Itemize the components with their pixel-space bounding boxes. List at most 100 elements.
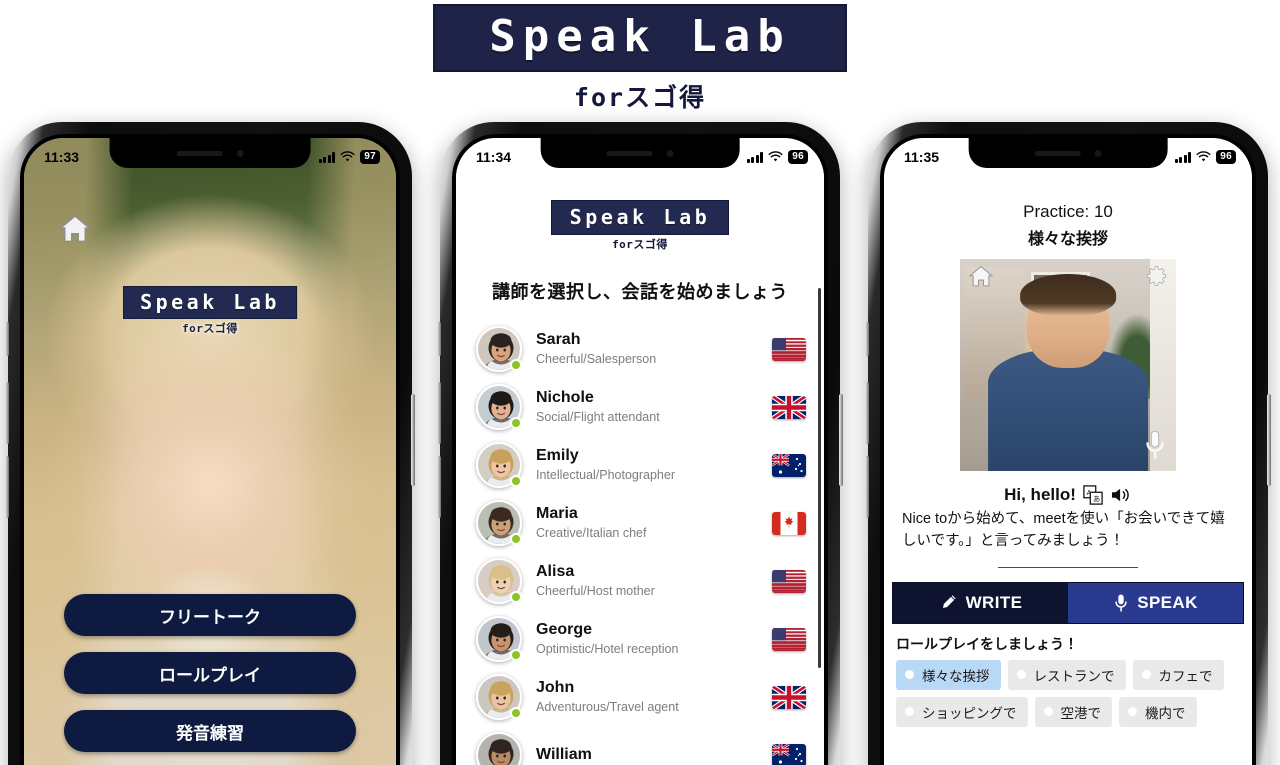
roleplay-chip-list: 様々な挨拶 レストランで カフェで ショッピングで 空港で 機内で (896, 659, 1242, 727)
avatar (476, 616, 522, 662)
microphone-icon[interactable] (1142, 429, 1168, 463)
roleplay-chip[interactable]: ショッピングで (896, 696, 1028, 727)
phone3-volume-up-button[interactable] (865, 382, 869, 444)
tutor-name: Emily (536, 447, 579, 465)
menu-label: 発音練習 (176, 723, 244, 743)
home-icon[interactable] (58, 214, 92, 244)
write-label: WRITE (965, 592, 1023, 612)
phone3-bezel: Practice: 10 様々な挨拶 Hi, hello! A あ Nice t… (880, 134, 1256, 765)
tutor-row[interactable]: Nichole Social/Flight attendant (456, 378, 824, 436)
tutor-row[interactable]: Emily Intellectual/Photographer (456, 436, 824, 494)
page-title: 講師を選択し、会話を始めましょう (492, 282, 788, 302)
status-time: 11:35 (904, 149, 940, 165)
phone2-mute-switch[interactable] (437, 322, 441, 356)
phone1-volume-up-button[interactable] (5, 382, 9, 444)
radio-dot-icon (1043, 707, 1053, 716)
tutor-name: John (536, 679, 575, 697)
radio-dot-icon (1141, 670, 1151, 679)
flag-icon-us (772, 627, 806, 651)
tutor-description: Social/Flight attendant (536, 410, 660, 425)
speak-label: SPEAK (1137, 592, 1198, 612)
phone3-screen: Practice: 10 様々な挨拶 Hi, hello! A あ Nice t… (884, 138, 1252, 765)
roleplay-chip[interactable]: 空港で (1034, 696, 1112, 727)
roleplay-chip[interactable]: カフェで (1132, 659, 1224, 690)
flag-icon-uk (772, 395, 806, 419)
menu-label: フリートーク (159, 607, 261, 627)
battery-indicator: 96 (1216, 149, 1236, 165)
speaker-icon[interactable] (1110, 486, 1132, 504)
phone-mockup-tutor-list: Speak Lab forスゴ得 講師を選択し、会話を始めましょう Sarah … (437, 122, 843, 765)
tutor-row[interactable]: Sarah Cheerful/Salesperson (456, 320, 824, 378)
phone1-logo: Speak Lab forスゴ得 (123, 286, 297, 336)
online-status-dot (510, 359, 522, 371)
tutor-list-page: Speak Lab forスゴ得 講師を選択し、会話を始めましょう Sarah … (456, 138, 824, 765)
speak-button[interactable]: SPEAK (1068, 582, 1243, 623)
main-menu: フリートーク ロールプレイ 発音練習 基礎レッスン (24, 594, 396, 765)
tutor-description: Creative/Italian chef (536, 526, 647, 541)
scrollbar[interactable] (818, 288, 821, 668)
phrase-japanese-hint: Nice toから始めて、meetを使い「お会いできて嬉しいです。」と言ってみま… (902, 511, 1225, 549)
roleplay-chip[interactable]: レストランで (1007, 659, 1126, 690)
phone1-bezel: 11:33 97 Speak Lab forスゴ得 フリートーク ロールプレイ … (20, 134, 400, 765)
phone1-power-button[interactable] (411, 394, 415, 486)
phone3-volume-down-button[interactable] (865, 456, 869, 518)
gear-icon[interactable] (1145, 265, 1168, 288)
tutor-row[interactable]: William (456, 726, 824, 765)
wifi-icon (340, 151, 355, 163)
logo-plate: Speak Lab (123, 286, 297, 319)
home-icon[interactable] (968, 265, 994, 288)
roleplay-chip-label: 空港で (1060, 705, 1102, 721)
roleplay-title: ロールプレイをしましょう！ (896, 635, 1078, 652)
phone3-mute-switch[interactable] (865, 322, 869, 356)
tutor-name: William (536, 745, 592, 763)
online-status-dot (510, 533, 522, 545)
practice-page: Practice: 10 様々な挨拶 Hi, hello! A あ Nice t… (884, 138, 1252, 765)
write-button[interactable]: WRITE (893, 582, 1068, 623)
cellular-bars-icon (746, 151, 764, 163)
microphone-icon (1113, 593, 1129, 613)
roleplay-chip[interactable]: 様々な挨拶 (896, 659, 1001, 690)
tutor-name: Alisa (536, 563, 575, 581)
battery-indicator: 97 (360, 149, 380, 165)
phone2-volume-up-button[interactable] (437, 382, 441, 444)
phone1-screen: 11:33 97 Speak Lab forスゴ得 フリートーク ロールプレイ … (24, 138, 396, 765)
menu-button-free-talk[interactable]: フリートーク (64, 594, 356, 636)
tutor-row[interactable]: Alisa Cheerful/Host mother (456, 552, 824, 610)
action-buttons: WRITE SPEAK (892, 581, 1244, 624)
phrase-row: Hi, hello! A あ (884, 485, 1252, 505)
translate-icon[interactable]: A あ (1083, 485, 1103, 505)
menu-button-role-play[interactable]: ロールプレイ (64, 652, 356, 694)
phone1-mute-switch[interactable] (5, 322, 9, 356)
avatar (476, 732, 522, 765)
tutor-meta: Maria Creative/Italian chef (536, 504, 758, 542)
phone2-power-button[interactable] (839, 394, 843, 486)
tutor-meta: Nichole Social/Flight attendant (536, 388, 758, 426)
tutor-description: Cheerful/Salesperson (536, 352, 657, 367)
tutor-row[interactable]: John Adventurous/Travel agent (456, 668, 824, 726)
logo-title: Speak Lab (140, 290, 280, 314)
flag-icon-uk (772, 685, 806, 709)
flag-icon-us (772, 569, 806, 593)
cellular-bars-icon (318, 151, 336, 163)
tutor-video-panel (960, 259, 1176, 471)
menu-label: ロールプレイ (159, 665, 261, 685)
phone2-volume-down-button[interactable] (437, 456, 441, 518)
tutor-name: Sarah (536, 331, 581, 349)
radio-dot-icon (1016, 670, 1026, 679)
phone3-power-button[interactable] (1267, 394, 1271, 486)
roleplay-chip[interactable]: 機内で (1119, 696, 1197, 727)
online-status-dot (510, 475, 522, 487)
avatar (476, 500, 522, 546)
tutor-description: Optimistic/Hotel reception (536, 642, 679, 657)
tutor-row[interactable]: George Optimistic/Hotel reception (456, 610, 824, 668)
menu-button-pronunciation-practice[interactable]: 発音練習 (64, 710, 356, 752)
phone-mockup-home: 11:33 97 Speak Lab forスゴ得 フリートーク ロールプレイ … (5, 122, 415, 765)
tutor-list[interactable]: Sarah Cheerful/Salesperson Nichole Socia… (456, 320, 824, 765)
phone2-notch (540, 138, 740, 168)
tutor-row[interactable]: Maria Creative/Italian chef (456, 494, 824, 552)
wifi-icon (1196, 151, 1211, 163)
phone1-volume-down-button[interactable] (5, 456, 9, 518)
online-status-dot (510, 417, 522, 429)
tutor-meta: Alisa Cheerful/Host mother (536, 562, 758, 600)
brand-subtitle: forスゴ得 (573, 83, 707, 113)
